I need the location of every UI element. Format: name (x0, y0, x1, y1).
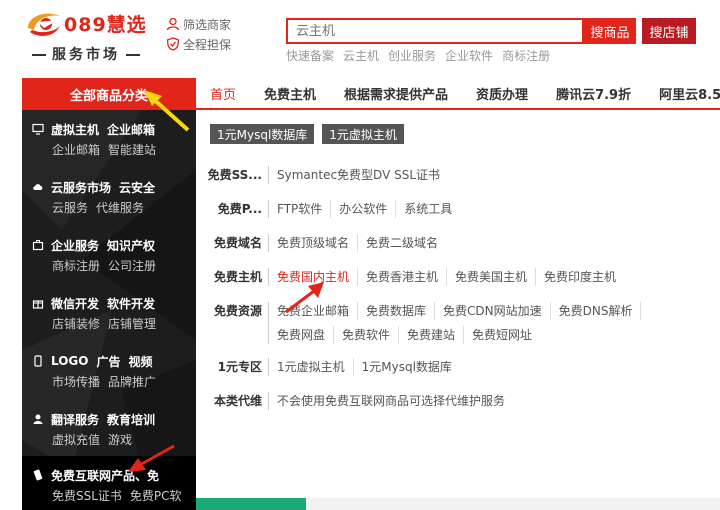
row-link[interactable]: 不会使用免费互联网商品可选择代维护服务 (277, 392, 513, 410)
row-link[interactable]: 免费DNS解析 (559, 302, 642, 320)
translate-icon (33, 414, 43, 424)
promo-tag[interactable]: 1元Mysql数据库 (210, 124, 315, 144)
detail-row-host: 免费主机 免费国内主机 免费香港主机 免费美国主机 免费印度主机 (196, 268, 720, 286)
main-nav: 全部商品分类 首页 免费主机 根据需求提供产品 资质办理 腾讯云7.9折 阿里云… (22, 78, 720, 110)
row-label: 免费域名 (213, 236, 262, 250)
row-link[interactable]: 免费美国主机 (455, 268, 537, 286)
mobile-icon (33, 469, 43, 481)
sidebar-category-marketing[interactable]: LOGO 广告 视频 市场传播 品牌推广 (22, 342, 196, 400)
row-link-domestic-host[interactable]: 免费国内主机 (277, 268, 359, 286)
search-products-button[interactable]: 搜商品 (584, 18, 636, 44)
nav-tencent-cloud[interactable]: 腾讯云7.9折 (556, 84, 631, 103)
hot-search-words: 快速备案 云主机 创业服务 企业软件 商标注册 (286, 47, 550, 64)
footer-grey-block (306, 498, 720, 510)
footer-green-block (196, 498, 306, 510)
left-margin (0, 110, 22, 510)
nav-links: 首页 免费主机 根据需求提供产品 资质办理 腾讯云7.9折 阿里云8.5折 (210, 78, 720, 108)
detail-row-domain: 免费域名 免费顶级域名 免费二级域名 (196, 234, 720, 252)
feature-list: 筛选商家 全程担保 (166, 14, 231, 54)
sidebar-category-hosting[interactable]: 虚拟主机 企业邮箱 企业邮箱 智能建站 (22, 110, 196, 168)
row-label: 1元专区 (217, 360, 262, 374)
sidebar-category-development[interactable]: 微信开发 软件开发 店铺装修 店铺管理 (22, 284, 196, 342)
hot-word-link[interactable]: 快速备案 (286, 47, 334, 64)
row-link[interactable]: 免费顶级域名 (277, 234, 359, 252)
hot-word-link[interactable]: 创业服务 (388, 47, 436, 64)
logo[interactable]: 089慧选 服务市场 (24, 6, 174, 66)
row-link[interactable]: 1元Mysql数据库 (362, 358, 460, 376)
category-sidebar: 虚拟主机 企业邮箱 企业邮箱 智能建站 云服务市场 云安全 云服务 代维服务 企业服务知… (22, 110, 196, 510)
row-link[interactable]: 免费企业邮箱 (277, 302, 359, 320)
nav-custom-products[interactable]: 根据需求提供产品 (344, 84, 448, 103)
row-label: 本类代维 (213, 394, 262, 408)
row-link[interactable]: 免费网盘 (277, 326, 335, 344)
sidebar-category-free-products[interactable]: 免费互联网产品、免 免费SSL证书 免费PC软 (22, 456, 196, 510)
hot-word-link[interactable]: 商标注册 (502, 47, 550, 64)
row-label: 免费SS... (207, 168, 262, 182)
detail-row-one-yuan: 1元专区 1元虚拟主机 1元Mysql数据库 (196, 358, 720, 376)
nav-free-host[interactable]: 免费主机 (264, 84, 316, 103)
detail-row-ssl: 免费SS... Symantec免费型DV SSL证书 (196, 166, 720, 184)
sidebar-category-translation[interactable]: 翻译服务 教育培训 虚拟充值 游戏 (22, 400, 196, 458)
row-link[interactable]: Symantec免费型DV SSL证书 (277, 166, 448, 184)
logo-subtitle: 服务市场 (26, 44, 146, 64)
monitor-icon (32, 123, 44, 135)
nav-qualification[interactable]: 资质办理 (476, 84, 528, 103)
all-categories-button[interactable]: 全部商品分类 (22, 78, 196, 110)
row-link[interactable]: FTP软件 (277, 200, 332, 218)
row-label: 免费资源 (213, 304, 262, 318)
nav-home[interactable]: 首页 (210, 84, 236, 103)
detail-row-resources: 免费资源 免费企业邮箱 免费数据库 免费CDN网站加速 免费DNS解析 免费网盘… (196, 302, 720, 344)
row-link[interactable]: 办公软件 (339, 200, 397, 218)
logo-title: 089慧选 (64, 14, 147, 36)
row-link[interactable]: 免费软件 (342, 326, 400, 344)
row-label: 免费P... (217, 202, 262, 216)
promo-tag[interactable]: 1元虚拟主机 (322, 124, 404, 144)
search-box[interactable] (286, 18, 584, 44)
row-link[interactable]: 免费短网址 (472, 326, 540, 344)
category-detail-panel: 1元Mysql数据库 1元虚拟主机 免费SS... Symantec免费型DV … (196, 112, 720, 510)
hot-word-link[interactable]: 云主机 (343, 47, 379, 64)
sidebar-category-enterprise[interactable]: 企业服务 知识产权 商标注册 公司注册 (22, 226, 196, 284)
row-link[interactable]: 免费数据库 (366, 302, 436, 320)
briefcase-icon (32, 240, 44, 251)
shield-check-icon (166, 37, 180, 51)
feature-guarantee: 全程担保 (166, 34, 231, 54)
detail-row-maintenance: 本类代维 不会使用免费互联网商品可选择代维护服务 (196, 392, 720, 410)
cloud-icon (33, 184, 43, 190)
row-link[interactable]: 1元虚拟主机 (277, 358, 354, 376)
row-link[interactable]: 免费香港主机 (366, 268, 448, 286)
gift-icon (32, 300, 44, 309)
row-link[interactable]: 免费CDN网站加速 (443, 302, 551, 320)
search-input[interactable] (288, 20, 582, 42)
nav-aliyun[interactable]: 阿里云8.5折 (659, 84, 720, 103)
search-shops-button[interactable]: 搜店铺 (642, 18, 696, 44)
hot-word-link[interactable]: 企业软件 (445, 47, 493, 64)
sidebar-category-cloud[interactable]: 云服务市场 云安全 云服务 代维服务 (22, 168, 196, 226)
row-link[interactable]: 免费建站 (407, 326, 465, 344)
detail-row-software: 免费P... FTP软件 办公软件 系统工具 (196, 200, 720, 218)
row-link[interactable]: 免费印度主机 (544, 268, 624, 286)
phone-icon (34, 355, 42, 367)
header: 089慧选 服务市场 筛选商家 全程担保 搜商品 搜店铺 快速备案 云主机 创业… (0, 0, 720, 78)
logo-mark-icon (28, 13, 60, 36)
row-link[interactable]: 免费二级域名 (366, 234, 446, 252)
feature-filter: 筛选商家 (166, 14, 231, 34)
row-label: 免费主机 (213, 270, 262, 284)
promo-tags: 1元Mysql数据库 1元虚拟主机 (210, 124, 404, 144)
row-link[interactable]: 系统工具 (404, 200, 460, 218)
user-icon (166, 17, 180, 31)
